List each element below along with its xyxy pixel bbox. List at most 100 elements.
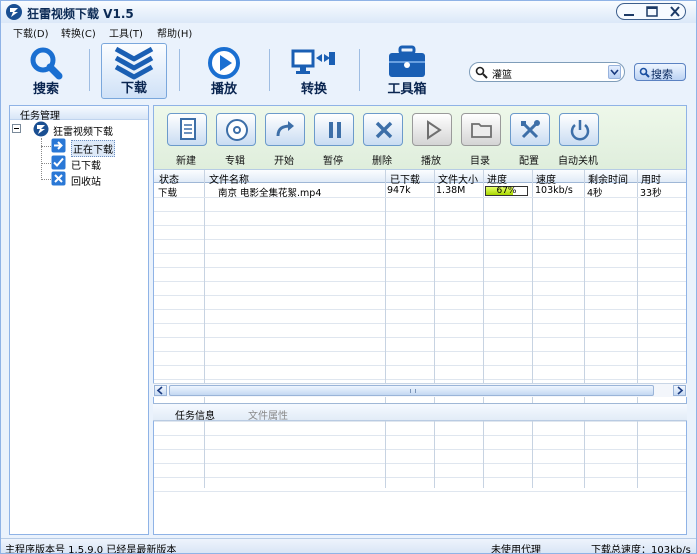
table-row-empty [154,464,686,478]
tree-item-downloaded[interactable]: 已下载 [51,155,143,172]
action-button-frame [461,113,501,146]
action-button-frame [265,113,305,146]
status-bar: 主程序版本号 1.5.9.0 已经是最新版本 未使用代理 下载总速度：103kb… [1,538,696,554]
toolbar-convert-button[interactable]: 转换 [281,43,347,99]
cell-elapsed: 33秒 [640,188,662,199]
play-circle-icon [208,47,240,79]
action-button-frame [363,113,403,146]
play-triangle-icon [427,120,442,140]
table-row[interactable]: 下载 南京 电影全集花絮.mp4 947k 1.38M 67% 103kb/s … [154,184,686,199]
column-divider [204,170,205,488]
arrow-right-icon [51,138,66,153]
table-row-empty [154,226,686,240]
power-icon [570,120,590,141]
app-logo-icon [6,4,22,20]
cell-size: 1.38M [436,185,466,196]
tree-item-downloading[interactable]: 正在下载 [51,138,143,157]
download-panel: 新建 专辑 开始 暂停 删除 播放 目录 配置 自动关机 状态 文件名称 已下载… [153,105,687,535]
toolbar-separator [89,49,90,91]
tools-icon [521,120,540,139]
table-row-empty [154,352,686,366]
scroll-thumb[interactable] [169,385,654,396]
toolbar-toolbox-button[interactable]: 工具箱 [375,43,439,99]
column-divider [483,170,484,488]
tab-file-properties[interactable]: 文件属性 [248,407,288,422]
toolbar-search-button[interactable]: 搜索 [15,43,77,99]
table-row-empty [154,254,686,268]
table-row-empty [154,324,686,338]
tree-item-recycle-label: 回收站 [71,177,101,188]
maximize-button[interactable] [641,4,663,19]
table-row-empty [154,282,686,296]
horizontal-scrollbar[interactable] [153,383,687,397]
auto-shutdown-label: 自动关机 [558,156,598,167]
column-divider [637,170,638,488]
table-row-empty [154,296,686,310]
menu-help[interactable]: 帮助(H) [157,25,192,40]
task-tree-title: 任务管理 [20,111,60,122]
info-tab-bar: 任务信息 文件属性 [153,403,687,422]
download-arrow-icon [114,46,154,80]
task-table-header: 状态 文件名称 已下载 文件大小 进度 速度 剩余时间 用时 [154,170,686,186]
disc-icon [226,119,248,141]
tree-item-downloaded-label: 已下载 [71,161,101,172]
pause-icon [329,122,341,138]
table-row-empty [154,338,686,352]
tree-connector [41,138,42,180]
auto-shutdown-button[interactable]: 自动关机 [555,111,601,169]
table-row-empty [154,366,686,380]
menu-bar: 下载(D) 转换(C) 工具(T) 帮助(H) [1,23,696,40]
action-button-frame [559,113,599,146]
action-button-frame [314,113,354,146]
toolbar-separator [179,49,180,91]
version-status: 主程序版本号 1.5.9.0 已经是最新版本 [5,545,177,554]
menu-download[interactable]: 下载(D) [13,25,49,40]
chevron-left-icon [156,386,163,395]
tree-root-label: 狂雷视频下载 [53,127,113,138]
close-button[interactable] [664,4,686,19]
redo-arrow-icon [276,121,294,137]
scroll-right-button[interactable] [673,385,686,396]
tree-item-recycle[interactable]: 回收站 [51,171,143,188]
tree-root[interactable]: 狂雷视频下载 [33,121,143,138]
action-button-frame [167,113,207,146]
table-row-empty [154,436,686,450]
scroll-grip [410,389,416,393]
search-value: 灌篮 [492,70,512,81]
title-bar: 狂雷视频下载 V1.5 [1,1,696,23]
search-button[interactable]: 搜索 [634,63,686,81]
toolbar-download-button[interactable]: 下载 [101,43,167,99]
tree-connector [41,163,51,164]
checkmark-icon [51,155,66,170]
progress-label: 67% [496,186,517,196]
scroll-left-button[interactable] [154,385,167,396]
minimize-button[interactable] [618,4,640,19]
menu-convert[interactable]: 转换(C) [61,25,96,40]
document-icon [180,118,196,140]
table-row-empty [154,268,686,282]
chevron-right-icon [677,386,684,395]
search-input[interactable]: 灌篮 [469,62,625,82]
app-window: 狂雷视频下载 V1.5 下载(D) 转换(C) 工具(T) 帮助(H) 搜索 下… [0,0,697,554]
action-button-frame [216,113,256,146]
toolbar-separator [359,49,360,91]
toolbox-icon [389,45,425,77]
cell-remaining: 4秒 [587,188,603,199]
toolbar-play-button[interactable]: 播放 [193,43,255,99]
cell-filename: 南京 电影全集花絮.mp4 [218,188,322,199]
table-row-empty [154,478,686,492]
table-row-empty [154,450,686,464]
search-history-dropdown[interactable] [608,65,621,79]
cell-downloaded: 947k [387,185,411,196]
tab-task-info[interactable]: 任务信息 [175,407,215,422]
tree-collapse-toggle[interactable] [12,124,21,133]
table-row-empty [154,212,686,226]
folder-icon [471,123,492,138]
delete-x-icon [375,121,393,139]
chevron-down-icon [610,69,619,76]
task-tree-header: 任务管理 [10,106,148,122]
magnifier-icon [30,47,63,80]
table-row-empty [154,240,686,254]
cell-status: 下载 [158,188,178,199]
menu-tools[interactable]: 工具(T) [109,25,143,40]
